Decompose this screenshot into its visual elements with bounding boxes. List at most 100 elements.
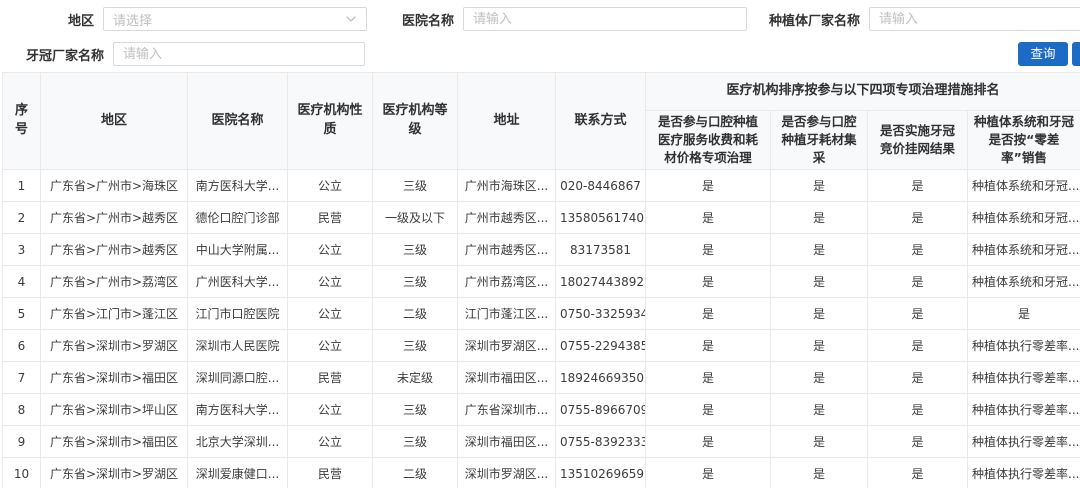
hospital-name-cell: 江门市口腔医院 (188, 298, 288, 330)
institution-grade-cell: 三级 (373, 394, 458, 426)
index-cell: 8 (3, 394, 41, 426)
region-cell: 广东省>深圳市>福田区 (41, 362, 188, 394)
procurement-cell: 是 (771, 266, 868, 298)
contact-cell: 83173581 (556, 234, 646, 266)
contact-cell: 020-8446867 (556, 170, 646, 202)
index-cell: 9 (3, 426, 41, 458)
institution-grade-cell: 三级 (373, 234, 458, 266)
crown-manufacturer-input[interactable] (123, 43, 355, 65)
zero-markup-cell: 种植体系统和牙冠... (968, 266, 1080, 298)
contact-cell: 0755-83923333 (556, 426, 646, 458)
bidding-result-cell: 是 (868, 362, 968, 394)
implant-manufacturer-label: 种植体厂家名称 (768, 10, 860, 29)
filter-crown-manufacturer: 牙冠厂家名称 (24, 42, 365, 66)
hospital-name-cell: 深圳市人民医院 (188, 330, 288, 362)
address-cell: 广东省深圳市... (458, 394, 556, 426)
fee-governance-cell: 是 (646, 298, 771, 330)
col-header-bidding-result: 是否实施牙冠竞价挂网结果 (868, 111, 968, 170)
region-cell: 广东省>深圳市>罗湖区 (41, 458, 188, 488)
implant-manufacturer-input[interactable] (879, 8, 1080, 30)
hospital-name-label: 医院名称 (398, 10, 454, 29)
bidding-result-cell: 是 (868, 170, 968, 202)
region-cell: 广东省>广州市>越秀区 (41, 234, 188, 266)
hospital-name-input[interactable] (473, 8, 737, 30)
hospital-name-cell: 南方医科大学... (188, 170, 288, 202)
crown-manufacturer-label: 牙冠厂家名称 (24, 45, 104, 64)
institution-grade-cell: 三级 (373, 170, 458, 202)
address-cell: 广州市海珠区... (458, 170, 556, 202)
fee-governance-cell: 是 (646, 330, 771, 362)
bidding-result-cell: 是 (868, 234, 968, 266)
hospital-name-cell: 深圳爱康健口... (188, 458, 288, 488)
contact-cell: 0750-3325934 (556, 298, 646, 330)
chevron-down-icon (345, 13, 357, 25)
zero-markup-cell: 种植体系统和牙冠... (968, 202, 1080, 234)
hospital-name-cell: 深圳同源口腔... (188, 362, 288, 394)
fee-governance-cell: 是 (646, 234, 771, 266)
query-button[interactable]: 查询 (1018, 42, 1068, 66)
region-cell: 广东省>深圳市>罗湖区 (41, 330, 188, 362)
institution-type-cell: 公立 (288, 266, 373, 298)
zero-markup-cell: 种植体执行零差率... (968, 426, 1080, 458)
hospital-name-cell: 中山大学附属... (188, 234, 288, 266)
address-cell: 深圳市罗湖区... (458, 458, 556, 488)
institution-type-cell: 公立 (288, 426, 373, 458)
secondary-button-partial[interactable] (1072, 42, 1080, 66)
institution-grade-cell: 三级 (373, 266, 458, 298)
fee-governance-cell: 是 (646, 394, 771, 426)
fee-governance-cell: 是 (646, 362, 771, 394)
procurement-cell: 是 (771, 394, 868, 426)
zero-markup-cell: 种植体执行零差率... (968, 330, 1080, 362)
bidding-result-cell: 是 (868, 394, 968, 426)
col-header-index: 序号 (3, 73, 41, 170)
region-cell: 广东省>广州市>荔湾区 (41, 266, 188, 298)
table-row: 4广东省>广州市>荔湾区广州医科大学...公立三级广州市荔湾区...180274… (3, 266, 1080, 298)
col-header-procurement: 是否参与口腔种植牙耗材集采 (771, 111, 868, 170)
contact-cell: 13510269659 (556, 458, 646, 488)
index-cell: 5 (3, 298, 41, 330)
institution-type-cell: 公立 (288, 170, 373, 202)
filter-region: 地区 请选择 (36, 7, 367, 31)
address-cell: 深圳市罗湖区... (458, 330, 556, 362)
institution-grade-cell: 一级及以下 (373, 202, 458, 234)
region-select[interactable]: 请选择 (103, 7, 367, 31)
zero-markup-cell: 种植体执行零差率... (968, 458, 1080, 488)
fee-governance-cell: 是 (646, 202, 771, 234)
table-row: 2广东省>广州市>越秀区德伦口腔门诊部民营一级及以下广州市越秀区...13580… (3, 202, 1080, 234)
table-row: 9广东省>深圳市>福田区北京大学深圳...公立三级深圳市福田区...0755-8… (3, 426, 1080, 458)
institution-type-cell: 公立 (288, 298, 373, 330)
col-header-address: 地址 (458, 73, 556, 170)
table-row: 7广东省>深圳市>福田区深圳同源口腔...民营未定级深圳市福田区...18924… (3, 362, 1080, 394)
zero-markup-cell: 种植体执行零差率... (968, 394, 1080, 426)
zero-markup-cell: 是 (968, 298, 1080, 330)
procurement-cell: 是 (771, 426, 868, 458)
institution-type-cell: 公立 (288, 394, 373, 426)
bidding-result-cell: 是 (868, 298, 968, 330)
contact-cell: 18027443892 (556, 266, 646, 298)
col-header-hospital-name: 医院名称 (188, 73, 288, 170)
institution-type-cell: 民营 (288, 458, 373, 488)
institution-type-cell: 民营 (288, 362, 373, 394)
region-cell: 广东省>广州市>海珠区 (41, 170, 188, 202)
index-cell: 7 (3, 362, 41, 394)
address-cell: 江门市蓬江区... (458, 298, 556, 330)
institution-grade-cell: 未定级 (373, 362, 458, 394)
table-row: 3广东省>广州市>越秀区中山大学附属...公立三级广州市越秀区...831735… (3, 234, 1080, 266)
zero-markup-cell: 种植体系统和牙冠... (968, 234, 1080, 266)
address-cell: 广州市越秀区... (458, 202, 556, 234)
address-cell: 深圳市福田区... (458, 362, 556, 394)
index-cell: 2 (3, 202, 41, 234)
address-cell: 深圳市福田区... (458, 426, 556, 458)
region-cell: 广东省>广州市>越秀区 (41, 202, 188, 234)
contact-cell: 0755-22943857 (556, 330, 646, 362)
bidding-result-cell: 是 (868, 330, 968, 362)
index-cell: 1 (3, 170, 41, 202)
hospital-table: 序号 地区 医院名称 医疗机构性质 医疗机构等级 地址 联系方式 医疗机构排序按… (2, 72, 1080, 488)
region-label: 地区 (36, 10, 94, 29)
procurement-cell: 是 (771, 330, 868, 362)
fee-governance-cell: 是 (646, 458, 771, 488)
procurement-cell: 是 (771, 234, 868, 266)
contact-cell: 0755-89667096 (556, 394, 646, 426)
procurement-cell: 是 (771, 362, 868, 394)
table-row: 6广东省>深圳市>罗湖区深圳市人民医院公立三级深圳市罗湖区...0755-229… (3, 330, 1080, 362)
